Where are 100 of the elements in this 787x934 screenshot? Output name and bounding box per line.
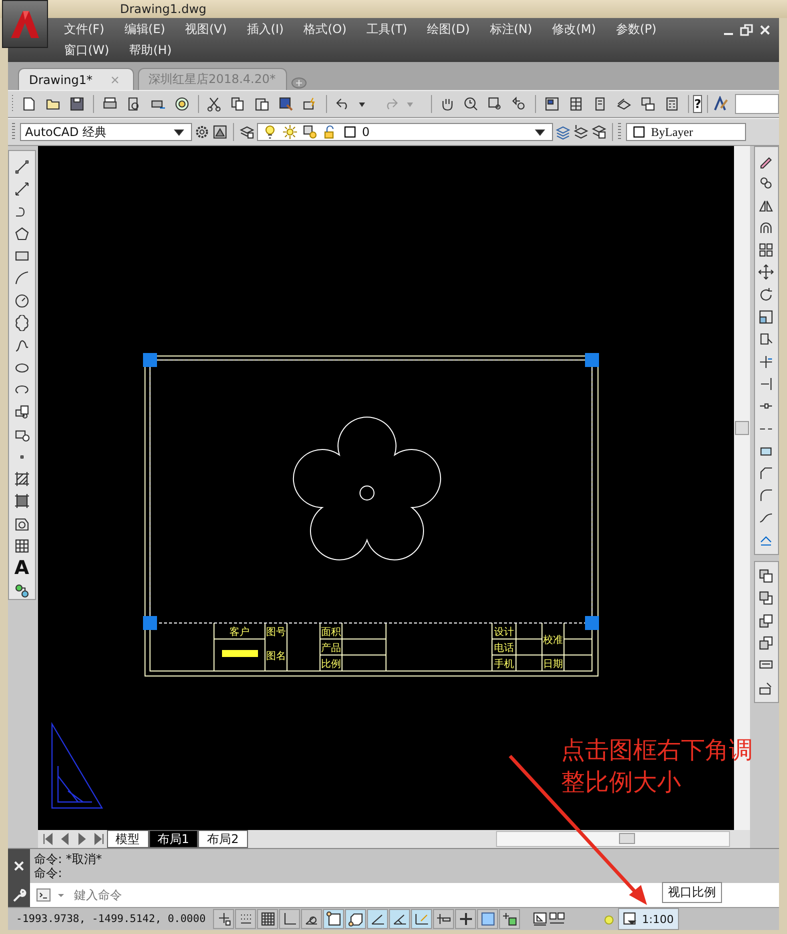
fillet-icon[interactable] xyxy=(758,487,774,504)
save-icon[interactable] xyxy=(69,96,86,112)
scissors-icon[interactable] xyxy=(206,96,222,112)
new-file-icon[interactable] xyxy=(21,96,38,112)
menu-item[interactable]: 插入(I) xyxy=(236,19,294,40)
markup-icon[interactable] xyxy=(640,96,656,112)
status-toggle[interactable] xyxy=(477,909,498,929)
layer-match-icon[interactable] xyxy=(591,124,607,140)
chamfer-icon[interactable] xyxy=(758,465,774,482)
layout-tab[interactable]: 布局1 xyxy=(148,830,198,848)
copy-icon[interactable] xyxy=(758,175,774,192)
status-toggle[interactable] xyxy=(279,909,300,929)
move-icon[interactable] xyxy=(758,264,774,280)
scale-icon[interactable] xyxy=(758,309,774,326)
grip-handle[interactable] xyxy=(142,616,156,630)
status-toggle[interactable] xyxy=(235,909,256,929)
grid-panel-icon[interactable] xyxy=(568,96,584,112)
status-toggle[interactable] xyxy=(433,909,454,929)
calculator-icon[interactable] xyxy=(664,96,680,112)
status-toggle[interactable] xyxy=(367,909,388,929)
layout-tab[interactable]: 模型 xyxy=(106,830,148,848)
viewport-freeze-icon[interactable] xyxy=(302,124,318,140)
hatch-icon[interactable] xyxy=(14,471,30,488)
menu-item[interactable]: 标注(N) xyxy=(480,19,542,40)
menu-item[interactable]: 文件(F) xyxy=(54,19,114,40)
grip-handle[interactable] xyxy=(584,616,598,630)
menu-item[interactable]: 参数(P) xyxy=(606,19,666,40)
menu-item[interactable]: 编辑(E) xyxy=(114,19,176,40)
region-icon[interactable] xyxy=(14,516,30,532)
prompt-icon[interactable] xyxy=(36,887,52,903)
workspace-icon[interactable] xyxy=(212,124,228,140)
layer-properties-icon[interactable] xyxy=(239,124,255,140)
rotate-icon[interactable] xyxy=(758,286,774,303)
highlight-mark xyxy=(222,650,258,657)
status-toggle[interactable] xyxy=(345,909,366,929)
grip-handle[interactable] xyxy=(584,353,598,367)
zoom-window-icon[interactable] xyxy=(487,96,504,112)
draw-order-icon[interactable] xyxy=(758,634,774,651)
extend-icon[interactable] xyxy=(758,376,774,392)
insert-block-icon[interactable] xyxy=(14,404,30,420)
status-toggle[interactable] xyxy=(411,909,432,929)
document-tab[interactable]: Drawing1* xyxy=(18,68,134,90)
application-menu-button[interactable] xyxy=(2,0,48,48)
spline-icon[interactable] xyxy=(14,337,30,354)
brush-icon[interactable] xyxy=(712,96,729,112)
draw-order-icon[interactable] xyxy=(758,612,774,629)
line-icon[interactable] xyxy=(14,159,30,175)
color-swatch-icon[interactable] xyxy=(342,124,358,140)
grip-handle[interactable] xyxy=(142,353,156,367)
draw-order-icon[interactable] xyxy=(758,568,774,584)
properties-icon[interactable] xyxy=(544,96,560,112)
menu-item[interactable]: 视图(V) xyxy=(175,19,237,40)
status-toggle[interactable] xyxy=(257,909,278,929)
offset-icon[interactable] xyxy=(758,220,774,236)
title-block-label: 图号 xyxy=(266,627,286,638)
status-toggle[interactable] xyxy=(499,909,520,929)
restore-icon[interactable] xyxy=(739,22,755,38)
menu-item[interactable]: 修改(M) xyxy=(542,19,606,40)
tooltip: 视口比例 xyxy=(662,882,722,903)
status-toggle[interactable] xyxy=(213,909,234,929)
polygon-icon[interactable] xyxy=(14,226,30,242)
workspace-dropdown[interactable]: AutoCAD 经典 xyxy=(20,123,192,141)
menu-item[interactable]: 帮助(H) xyxy=(119,40,182,61)
help-button[interactable]: ? xyxy=(693,95,702,113)
gear-icon[interactable] xyxy=(194,124,210,140)
match-properties-icon[interactable] xyxy=(278,96,294,112)
layer-dropdown[interactable]: 0 xyxy=(257,123,553,141)
status-toggle[interactable] xyxy=(455,909,476,929)
globe-icon[interactable] xyxy=(174,96,190,112)
color-dropdown[interactable]: ByLayer xyxy=(626,123,746,141)
table-icon[interactable] xyxy=(14,538,30,554)
status-toggle[interactable] xyxy=(389,909,410,929)
draw-order-icon[interactable] xyxy=(758,590,774,606)
copy-icon[interactable] xyxy=(230,96,246,112)
model-space-icon[interactable] xyxy=(532,911,548,927)
cloud-icon[interactable] xyxy=(14,315,30,332)
layer-state-icon[interactable] xyxy=(555,124,571,140)
paste-icon[interactable] xyxy=(254,96,270,112)
arc-icon[interactable] xyxy=(14,270,30,286)
add-selected-icon[interactable] xyxy=(14,582,30,599)
layout-tab[interactable]: 布局2 xyxy=(198,830,248,848)
status-toggle[interactable] xyxy=(323,909,344,929)
zoom-clock-icon[interactable] xyxy=(463,96,480,112)
array-icon[interactable] xyxy=(758,242,774,258)
menu-item[interactable]: 绘图(D) xyxy=(417,19,480,40)
viewport-scale[interactable]: 1:100 xyxy=(618,908,679,930)
status-toggle[interactable] xyxy=(301,909,322,929)
wrench-icon[interactable] xyxy=(11,887,27,903)
logo xyxy=(8,8,42,40)
menu-item[interactable]: 工具(T) xyxy=(356,19,418,40)
text-style-field[interactable] xyxy=(734,94,780,114)
construction-line-icon[interactable] xyxy=(14,181,30,198)
menu-item[interactable]: 窗口(W) xyxy=(54,40,120,61)
circle-icon[interactable] xyxy=(14,292,30,309)
trim-icon[interactable] xyxy=(758,354,774,370)
gradient-icon[interactable] xyxy=(14,493,30,510)
ucs-icon xyxy=(50,722,103,809)
menu-item[interactable]: 格式(O) xyxy=(294,19,357,40)
text-tool-button[interactable]: A xyxy=(14,560,30,576)
horizontal-scrollbar[interactable] xyxy=(496,831,730,847)
